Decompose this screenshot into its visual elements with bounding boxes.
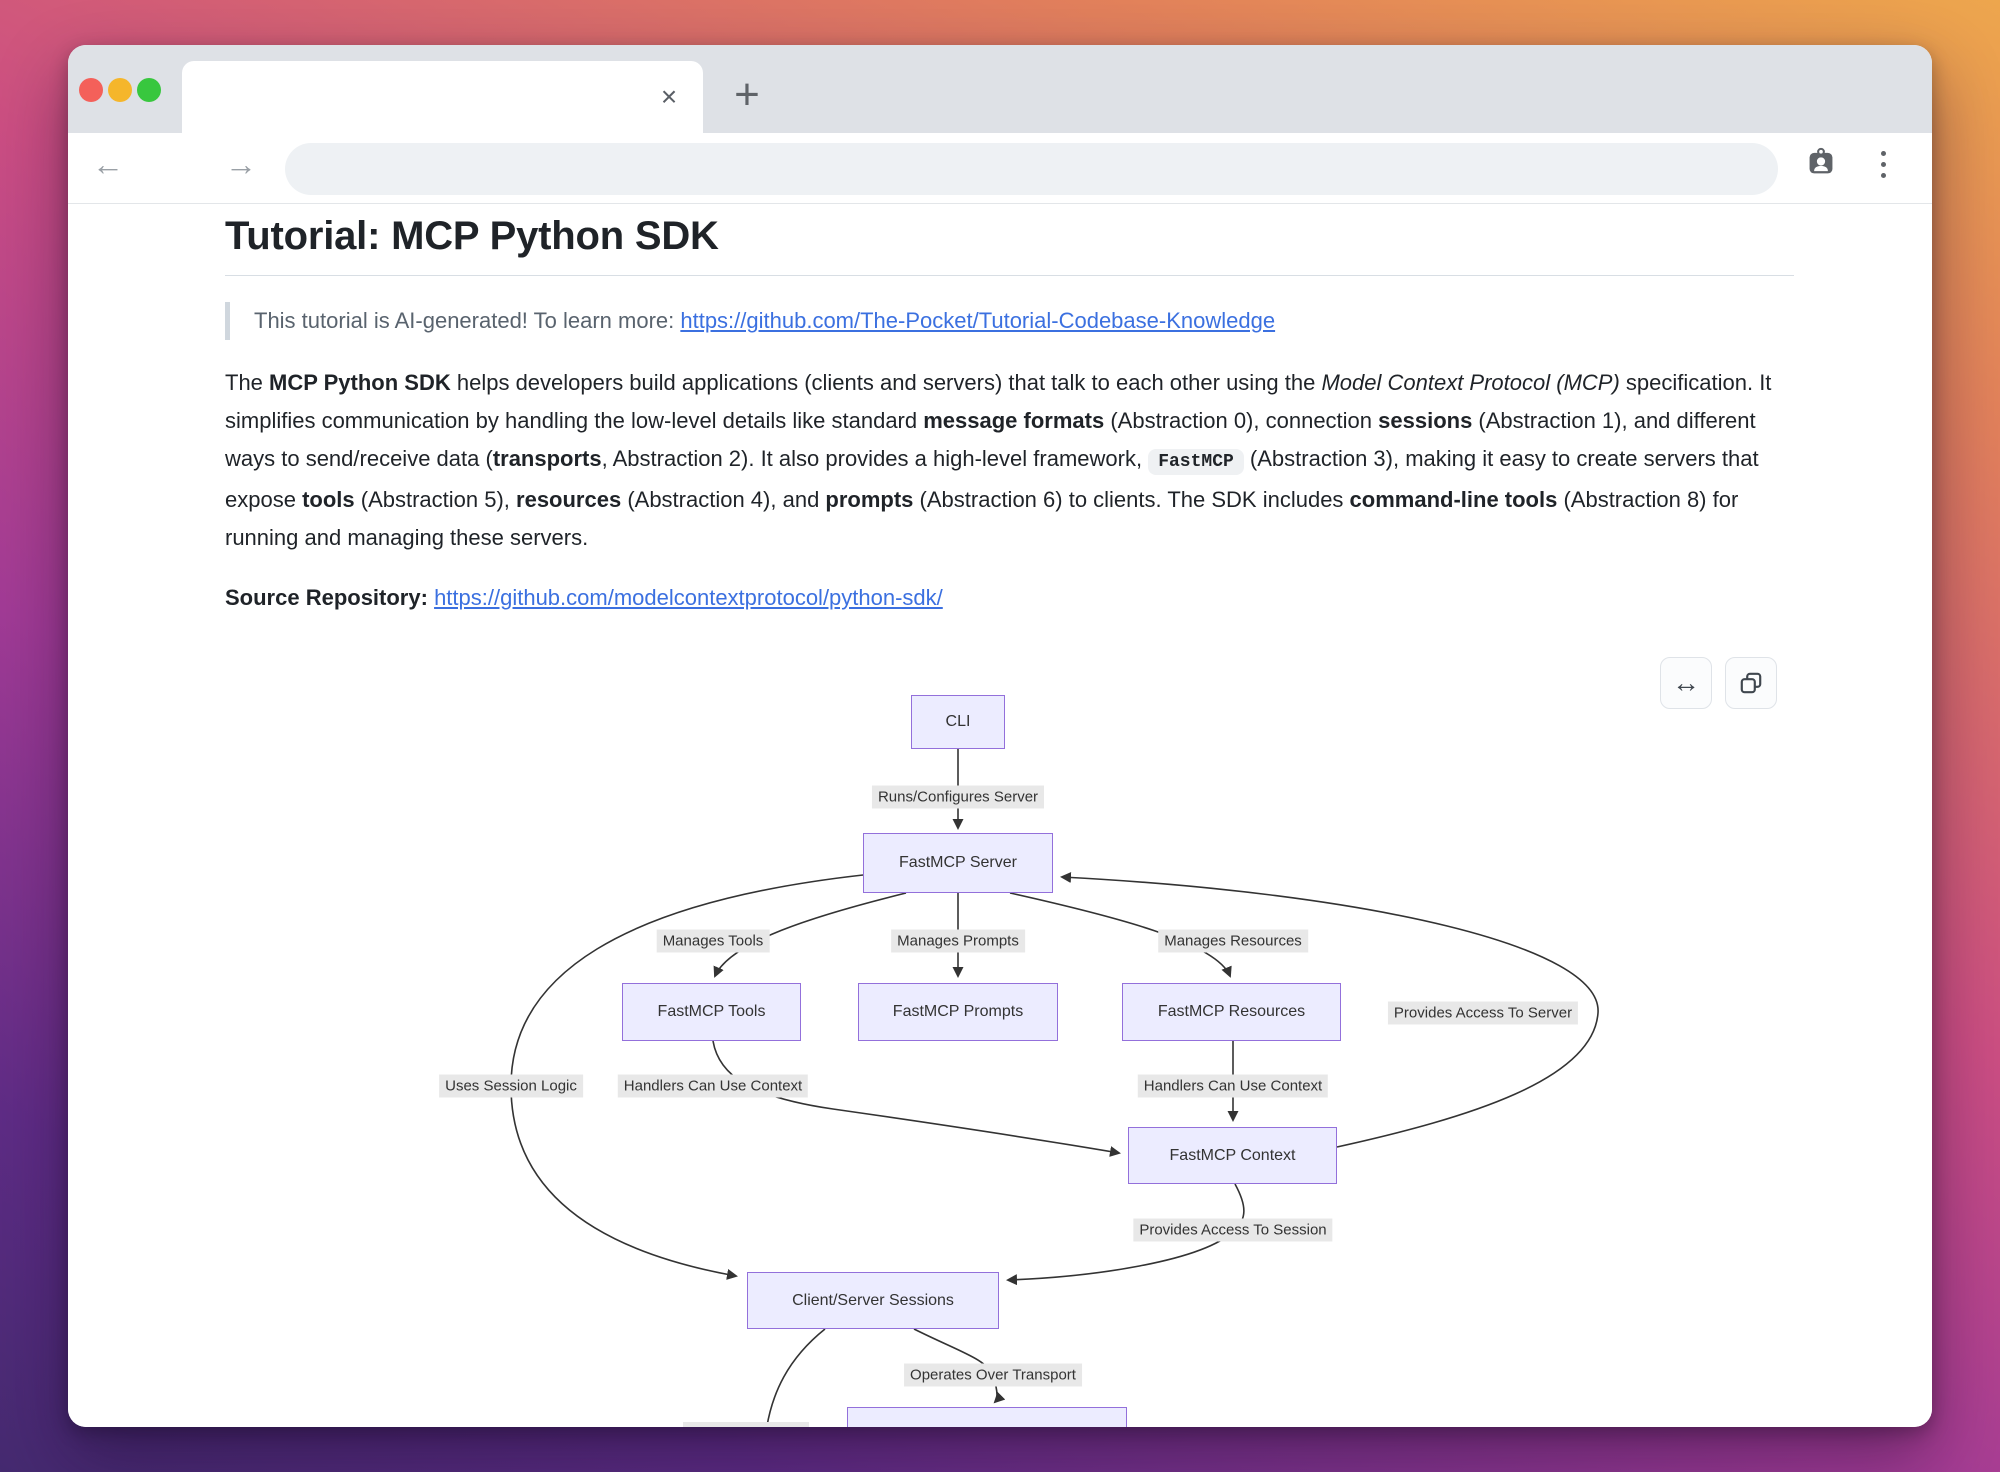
intro-paragraph: The MCP Python SDK helps developers buil… — [225, 364, 1794, 557]
inline-code-fastmcp: FastMCP — [1148, 449, 1244, 475]
source-repository-line: Source Repository: https://github.com/mo… — [225, 585, 1794, 611]
forward-icon[interactable]: → — [219, 142, 263, 186]
edge-label-handlers-context-right: Handlers Can Use Context — [1138, 1075, 1328, 1098]
node-fastmcp-server: FastMCP Server — [863, 833, 1053, 893]
expand-arrows-icon: ↔ — [1672, 667, 1700, 699]
node-fastmcp-context: FastMCP Context — [1128, 1127, 1337, 1184]
tab-close-icon[interactable]: × — [651, 79, 687, 115]
page-content: Tutorial: MCP Python SDK This tutorial i… — [68, 204, 1932, 1427]
edge-sessions-cutoff — [765, 1329, 825, 1427]
diagram-expand-button[interactable]: ↔ — [1660, 657, 1712, 709]
new-tab-button[interactable]: + — [725, 73, 769, 117]
diagram-copy-button[interactable] — [1725, 657, 1777, 709]
node-transport-cutoff — [847, 1407, 1127, 1427]
node-cli: CLI — [911, 695, 1005, 749]
browser-toolbar: ← → — [68, 133, 1932, 204]
node-fastmcp-prompts: FastMCP Prompts — [858, 983, 1058, 1041]
close-window-button[interactable] — [79, 78, 103, 102]
tab-strip: × + — [68, 45, 1932, 133]
node-fastmcp-tools: FastMCP Tools — [622, 983, 801, 1041]
edge-label-operates-over-transport: Operates Over Transport — [904, 1364, 1082, 1387]
edge-label-provides-access-to-server: Provides Access To Server — [1388, 1002, 1578, 1025]
tutorial-codebase-link[interactable]: https://github.com/The-Pocket/Tutorial-C… — [680, 308, 1275, 333]
node-client-server-sessions: Client/Server Sessions — [747, 1272, 999, 1329]
page-title: Tutorial: MCP Python SDK — [225, 214, 1794, 276]
desktop-background: × + ← → — [0, 0, 2000, 1472]
architecture-diagram: Runs/Configures Server Manages Tools Man… — [68, 650, 1932, 1427]
edge-label-handlers-context-left: Handlers Can Use Context — [618, 1075, 808, 1098]
edge-label-uses-session-logic: Uses Session Logic — [439, 1075, 583, 1098]
ai-generated-note: This tutorial is AI-generated! To learn … — [225, 302, 1794, 340]
edge-label-manages-resources: Manages Resources — [1158, 930, 1308, 953]
menu-kebab-icon[interactable] — [1865, 142, 1901, 186]
edge-label-manages-prompts: Manages Prompts — [891, 930, 1025, 953]
back-icon[interactable]: ← — [86, 142, 130, 186]
copy-icon — [1738, 670, 1764, 696]
minimize-window-button[interactable] — [108, 78, 132, 102]
note-text: This tutorial is AI-generated! To learn … — [254, 308, 680, 333]
edge-label-cutoff — [683, 1422, 809, 1427]
browser-window: × + ← → — [68, 45, 1932, 1427]
node-fastmcp-resources: FastMCP Resources — [1122, 983, 1341, 1041]
source-repository-label: Source Repository: — [225, 585, 428, 610]
source-repository-link[interactable]: https://github.com/modelcontextprotocol/… — [434, 585, 943, 610]
edge-label-provides-access-to-session: Provides Access To Session — [1133, 1219, 1332, 1242]
browser-tab[interactable]: × — [182, 61, 703, 133]
edge-label-runs-configures-server: Runs/Configures Server — [872, 786, 1044, 809]
edge-label-manages-tools: Manages Tools — [657, 930, 770, 953]
maximize-window-button[interactable] — [137, 78, 161, 102]
profile-icon[interactable] — [1799, 140, 1843, 184]
address-bar-input[interactable] — [285, 143, 1778, 195]
